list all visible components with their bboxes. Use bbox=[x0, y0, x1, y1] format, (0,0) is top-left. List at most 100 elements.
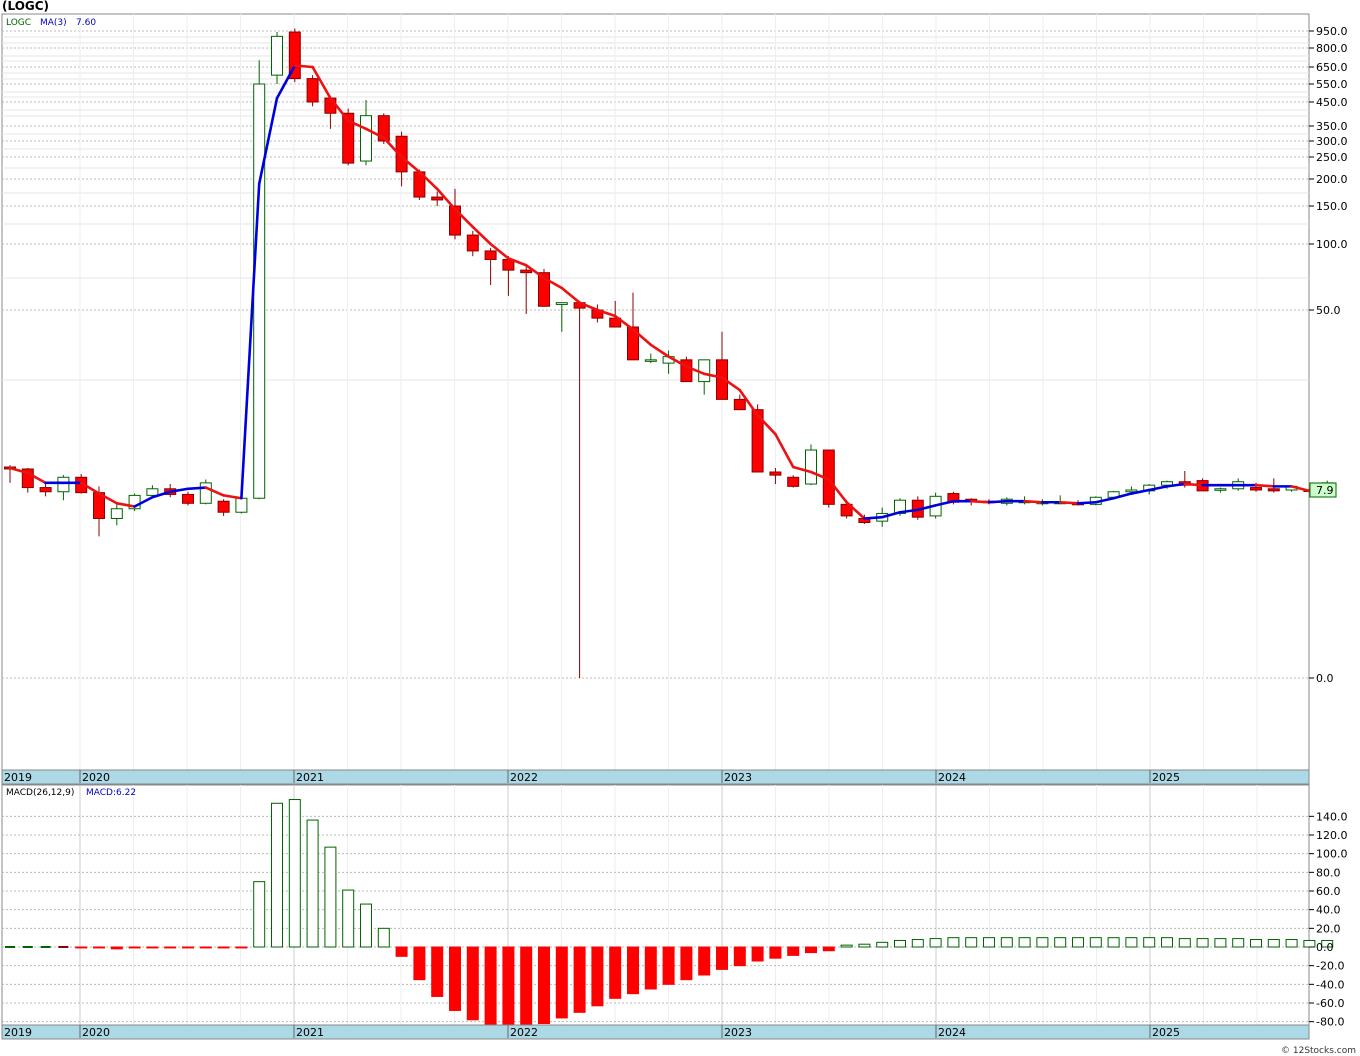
macd-bar-negative bbox=[235, 946, 248, 949]
price-tick-label: 150.0 bbox=[1316, 200, 1348, 213]
macd-tick-label: -20.0 bbox=[1316, 960, 1344, 973]
macd-bar-positive bbox=[1000, 937, 1013, 948]
price-tick-label: 100.0 bbox=[1316, 238, 1348, 251]
candle-up bbox=[199, 482, 212, 504]
macd-bar-negative bbox=[644, 946, 657, 990]
macd-bar-negative bbox=[182, 946, 194, 949]
candle-down bbox=[787, 476, 800, 487]
year-label: 2021 bbox=[296, 1026, 324, 1039]
macd-bar-positive bbox=[324, 846, 337, 948]
macd-bar-positive bbox=[1072, 937, 1084, 948]
macd-tick-label: 140.0 bbox=[1316, 810, 1348, 823]
candle-down bbox=[39, 487, 52, 493]
macd-bar-negative bbox=[787, 946, 800, 956]
ma3-segment bbox=[1254, 483, 1276, 488]
macd-bar-negative bbox=[662, 946, 675, 985]
year-label: 2023 bbox=[724, 771, 752, 784]
price-tick-label: 300.0 bbox=[1316, 135, 1348, 148]
candle-down bbox=[520, 269, 533, 274]
macd-bar-negative bbox=[128, 946, 141, 949]
candle-up bbox=[1214, 488, 1227, 491]
year-label: 2025 bbox=[1152, 771, 1180, 784]
year-label: 2023 bbox=[724, 1026, 752, 1039]
macd-tick-label: -80.0 bbox=[1316, 1016, 1344, 1029]
ma3-segment bbox=[1058, 500, 1080, 505]
ma3-segment bbox=[863, 515, 884, 520]
macd-bar-positive bbox=[965, 937, 978, 948]
ma3-segment bbox=[1023, 499, 1044, 504]
macd-axis: 140.0 120.0 100.0 80.0 60.0 40.0 20.0 0.0 -20.0 -… bbox=[1309, 810, 1348, 1029]
price-tick-label: 450.0 bbox=[1316, 96, 1348, 109]
macd-bar-positive bbox=[911, 939, 924, 948]
macd-bar-negative bbox=[146, 946, 159, 949]
candle-up bbox=[110, 508, 123, 519]
macd-bar-positive bbox=[1143, 937, 1156, 948]
macd-bar-negative bbox=[680, 946, 693, 981]
macd-bar-negative bbox=[822, 946, 835, 952]
candle-up bbox=[146, 488, 159, 496]
macd-bar-positive bbox=[1267, 939, 1280, 948]
macd-bar-positive bbox=[1107, 937, 1120, 948]
macd-bar-positive bbox=[288, 799, 301, 948]
macd-bar-negative bbox=[609, 946, 622, 999]
candle-down bbox=[306, 78, 319, 103]
candle-up bbox=[698, 359, 711, 383]
macd-tick-label: 80.0 bbox=[1316, 866, 1341, 879]
candle-down bbox=[1250, 487, 1262, 491]
macd-bar-negative bbox=[199, 946, 212, 949]
macd-tick-label: 60.0 bbox=[1316, 885, 1341, 898]
price-tick-label: 0.0 bbox=[1316, 672, 1334, 685]
year-label: 2020 bbox=[82, 1026, 110, 1039]
stock-chart: 950.0 800.0 650.0 550.0 450.0 350.0 300.0 250.0… bbox=[1, 13, 1348, 1040]
legend-ma-label: MA(3) bbox=[40, 18, 67, 28]
macd-bar-negative bbox=[466, 946, 479, 1021]
macd-legend-value: MACD:6.22 bbox=[86, 788, 136, 798]
macd-bar-positive bbox=[1250, 939, 1262, 948]
price-tick-label: 50.0 bbox=[1316, 304, 1341, 317]
price-tick-label: 650.0 bbox=[1316, 61, 1348, 74]
macd-bar-negative bbox=[93, 946, 105, 949]
macd-tick-label: -40.0 bbox=[1316, 978, 1344, 991]
candle-down bbox=[324, 97, 337, 114]
macd-bar-positive bbox=[1232, 938, 1245, 948]
macd-bar-positive bbox=[947, 937, 960, 948]
price-tick-label: 550.0 bbox=[1316, 78, 1348, 91]
candle-down bbox=[217, 500, 230, 513]
year-label: 2022 bbox=[510, 1026, 538, 1039]
macd-bar-positive bbox=[1161, 937, 1173, 948]
price-axis: 950.0 800.0 650.0 550.0 450.0 350.0 300.0 250.0… bbox=[1309, 25, 1348, 685]
year-label: 2025 bbox=[1152, 1026, 1180, 1039]
year-label: 2020 bbox=[82, 771, 110, 784]
macd-bar-positive bbox=[983, 937, 995, 948]
macd-bar-positive bbox=[1303, 939, 1316, 948]
macd-bar-positive bbox=[894, 939, 906, 948]
candle-up bbox=[271, 35, 283, 76]
price-panel bbox=[1, 13, 1310, 771]
candle-down bbox=[769, 471, 782, 476]
macd-bar-positive bbox=[1285, 939, 1298, 948]
macd-bar-positive bbox=[1036, 937, 1049, 948]
macd-bar-positive bbox=[253, 881, 266, 948]
macd-bar-negative bbox=[751, 946, 764, 962]
ma3-segment bbox=[293, 64, 314, 69]
macd-bar-positive bbox=[1054, 937, 1067, 948]
macd-bar-positive bbox=[840, 944, 853, 948]
year-label: 2019 bbox=[4, 1026, 32, 1039]
credit-text: © 12Stocks.com bbox=[1281, 1046, 1356, 1056]
macd-bar-positive bbox=[1089, 937, 1102, 948]
macd-bar-negative bbox=[555, 946, 568, 1019]
macd-bar-positive bbox=[342, 889, 355, 948]
macd-tick-label: -60.0 bbox=[1316, 997, 1344, 1010]
macd-bar-negative bbox=[484, 946, 497, 1026]
price-tick-label: 800.0 bbox=[1316, 42, 1348, 55]
candle-down bbox=[1267, 488, 1280, 492]
macd-bar-negative bbox=[716, 946, 728, 970]
macd-tick-label: 100.0 bbox=[1316, 848, 1348, 861]
macd-bar-negative bbox=[591, 946, 604, 1007]
candle-down bbox=[466, 234, 479, 252]
last-price-label: 7.9 bbox=[1316, 484, 1334, 497]
ma3-segment bbox=[186, 486, 208, 491]
year-axis-band-bottom bbox=[1, 1024, 1310, 1040]
macd-bar-negative bbox=[502, 946, 515, 1028]
year-label: 2024 bbox=[938, 771, 966, 784]
